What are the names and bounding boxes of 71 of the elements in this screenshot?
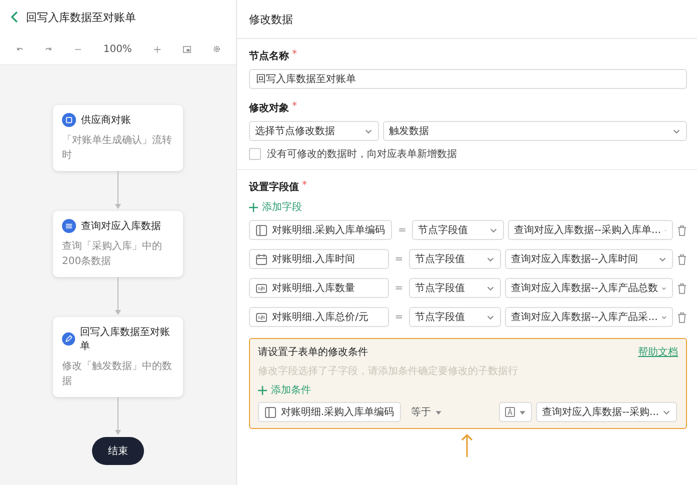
trash-icon[interactable] [677, 312, 687, 322]
trash-icon[interactable] [677, 282, 687, 294]
equals-sign: = [394, 282, 404, 294]
required-mark: * [292, 49, 297, 62]
dropdown[interactable]: 查询对应入库数据--入库产品总数 [505, 278, 673, 298]
text-field-icon [256, 224, 267, 236]
required-mark: * [292, 101, 297, 114]
flow-node[interactable]: 查询对应入库数据 查询「采购入库」中的200条数据 [53, 211, 183, 277]
back-icon[interactable] [10, 11, 18, 23]
field-selector[interactable]: 对账明细.采购入库单编码 [258, 402, 402, 422]
condition-title: 请设置子表单的修改条件 [258, 346, 368, 359]
dropdown[interactable]: 节点字段值 [409, 249, 501, 269]
equals-sign: = [394, 312, 404, 322]
equals-sign: = [396, 224, 408, 236]
equals-sign: = [394, 254, 404, 264]
field-selector[interactable]: 对账明细.入库数量 [249, 278, 389, 298]
node-title: 查询对应入库数据 [81, 220, 161, 233]
dropdown[interactable]: 查询对应入库数据--采购... [536, 402, 677, 422]
panel-title: 修改数据 [237, 0, 697, 39]
node-description: 修改「触发数据」中的数据 [62, 360, 173, 389]
dropdown[interactable]: 节点字段值 [409, 278, 501, 298]
trigger-node-icon [62, 113, 76, 127]
calendar-icon [256, 254, 267, 264]
field-label: 节点名称 [249, 50, 289, 63]
up-arrow [461, 433, 473, 457]
dropdown[interactable]: 触发数据 [383, 121, 687, 141]
node-description: 「对账单生成确认」流转时 [62, 134, 173, 163]
caret-icon [519, 408, 526, 416]
settings-icon[interactable] [212, 44, 220, 54]
zoom-level: 100% [103, 44, 132, 54]
node-title: 供应商对账 [81, 114, 131, 127]
plus-icon [249, 202, 258, 212]
node-title: 回写入库数据至对账单 [80, 326, 172, 353]
trash-icon[interactable] [677, 254, 687, 264]
field-label: 修改对象 [249, 102, 289, 115]
dropdown[interactable]: 查询对应入库数据--采购入库单... [508, 220, 673, 240]
connector-arrow [114, 171, 122, 211]
trash-icon[interactable] [677, 224, 687, 236]
dropdown[interactable]: 节点字段值 [409, 307, 501, 327]
connector-arrow [114, 397, 122, 437]
checkbox[interactable] [249, 148, 261, 160]
dropdown[interactable]: 节点字段值 [412, 220, 504, 240]
zoom-in-icon[interactable] [154, 44, 161, 54]
field-selector[interactable]: 对账明细.采购入库单编码 [249, 220, 392, 240]
number-field-icon [256, 312, 267, 322]
query-node-icon [62, 219, 76, 233]
flow-title: 回写入库数据至对账单 [26, 10, 136, 24]
plus-icon [258, 386, 267, 394]
end-node: 结束 [92, 437, 144, 465]
connector-arrow [114, 277, 122, 317]
required-mark: * [302, 180, 307, 193]
text-field-icon [265, 406, 276, 418]
value-type-dropdown[interactable] [499, 402, 532, 422]
text-type-icon [505, 407, 516, 417]
dropdown[interactable]: 选择节点修改数据 [249, 121, 379, 141]
update-node-icon [62, 332, 76, 346]
field-label: 设置字段值 [249, 180, 299, 194]
dropdown[interactable]: 查询对应入库数据--入库产品采... [505, 307, 673, 327]
operator-dropdown[interactable]: 等于 [405, 405, 492, 419]
dropdown[interactable]: 查询对应入库数据--入库时间 [505, 249, 673, 269]
field-selector[interactable]: 对账明细.入库总价/元 [249, 307, 389, 327]
add-field-button[interactable]: 添加字段 [249, 200, 302, 214]
node-name-field[interactable]: 回写入库数据至对账单 [249, 69, 687, 89]
node-description: 查询「采购入库」中的200条数据 [62, 240, 163, 269]
caret-icon [435, 408, 442, 416]
flow-node[interactable]: 回写入库数据至对账单 修改「触发数据」中的数据 [53, 317, 183, 397]
checkbox-label: 没有可修改的数据时，向对应表单新增数据 [267, 148, 457, 161]
minimap-icon[interactable] [182, 44, 191, 54]
number-field-icon [256, 282, 267, 294]
field-selector[interactable]: 对账明细.入库时间 [249, 249, 389, 269]
flow-node[interactable]: 供应商对账 「对账单生成确认」流转时 [53, 105, 183, 171]
